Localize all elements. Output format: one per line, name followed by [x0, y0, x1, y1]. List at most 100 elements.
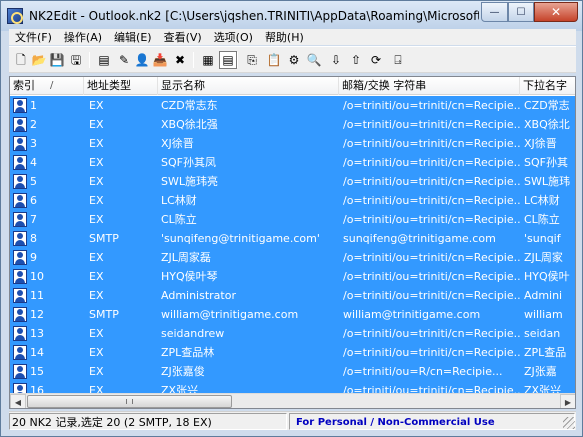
- table-row[interactable]: 3 EX XJ徐晋/o=triniti/ou=triniti/cn=Recipie.…: [10, 134, 575, 153]
- cell-address: /o=triniti/ou=triniti/cn=Recipie...: [343, 118, 521, 131]
- menu-item[interactable]: 编辑(E): [108, 29, 158, 45]
- table-row[interactable]: 11 EX Administrator/o=triniti/ou=triniti/c…: [10, 286, 575, 305]
- exit-icon[interactable]: ⍈: [389, 51, 407, 69]
- cell-type: EX: [89, 327, 104, 340]
- contact-icon: [13, 250, 27, 265]
- cell-index: 5: [30, 175, 37, 188]
- cell-type: EX: [89, 156, 104, 169]
- cell-name: HYQ侯叶琴: [161, 270, 218, 283]
- table-row[interactable]: 13 EX seidandrew/o=triniti/ou=triniti/cn=R…: [10, 324, 575, 343]
- sort-indicator-icon: /: [50, 80, 54, 91]
- properties-icon[interactable]: ▤: [95, 51, 113, 69]
- view-details-icon[interactable]: ▤: [219, 51, 237, 69]
- paste-icon[interactable]: 📋: [265, 51, 283, 69]
- cell-index: 14: [30, 346, 44, 359]
- save-icon[interactable]: 💾: [48, 51, 66, 69]
- edit-icon[interactable]: ✎: [115, 51, 133, 69]
- import-icon[interactable]: 📥: [151, 51, 169, 69]
- move-down-icon[interactable]: ⇩: [327, 51, 345, 69]
- save-as-icon[interactable]: 🖫: [67, 51, 85, 69]
- status-license: For Personal / Non-Commercial Use: [289, 413, 575, 430]
- menu-item[interactable]: 帮助(H): [259, 29, 310, 45]
- contact-icon: [13, 212, 27, 227]
- table-row[interactable]: 8 SMTP 'sunqifeng@trinitigame.com' sunqifen…: [10, 229, 575, 248]
- find-icon[interactable]: 🔍: [305, 51, 323, 69]
- options-icon[interactable]: ⚙: [285, 51, 303, 69]
- add-contact-icon[interactable]: 👤: [133, 51, 151, 69]
- scroll-thumb[interactable]: [27, 395, 232, 408]
- move-up-icon[interactable]: ⇧: [347, 51, 365, 69]
- cell-index: 15: [30, 365, 44, 378]
- table-row[interactable]: 7 EX CL陈立/o=triniti/ou=triniti/cn=Recipie.…: [10, 210, 575, 229]
- cell-name: XJ徐晋: [161, 137, 194, 150]
- cell-address: /o=triniti/ou=triniti/cn=Recipie...: [343, 251, 521, 264]
- contacts-list-view[interactable]: 索引 地址类型 显示名称 邮箱/交换 字符串 下拉名字 / 1 EX CZD常志东/o=tri…: [9, 76, 576, 409]
- menu-item[interactable]: 选项(O): [208, 29, 259, 45]
- cell-dropdown: CZD常志: [524, 99, 570, 112]
- cell-address: sunqifeng@trinitigame.com: [343, 232, 496, 245]
- table-row[interactable]: 1 EX CZD常志东/o=triniti/ou=triniti/cn=Recipi…: [10, 96, 575, 115]
- table-row[interactable]: 5 EX SWL施玮亮/o=triniti/ou=triniti/cn=Recipi…: [10, 172, 575, 191]
- copy-icon[interactable]: ⎘: [243, 51, 261, 69]
- cell-index: 2: [30, 118, 37, 131]
- column-header[interactable]: 索引: [10, 77, 84, 95]
- table-row[interactable]: 9 EX ZJL周家磊/o=triniti/ou=triniti/cn=Recipi…: [10, 248, 575, 267]
- cell-index: 7: [30, 213, 37, 226]
- resize-grip-icon[interactable]: [563, 417, 575, 429]
- scroll-right-icon[interactable]: ▶: [560, 394, 575, 408]
- cell-type: EX: [89, 270, 104, 283]
- table-row[interactable]: 15 EX ZJ张嘉俊/o=triniti/ou=R/cn=Recipie... ZJ…: [10, 362, 575, 381]
- column-header[interactable]: 邮箱/交换 字符串: [339, 77, 520, 95]
- cell-index: 11: [30, 289, 44, 302]
- contact-icon: [13, 98, 27, 113]
- cell-address: william@trinitigame.com: [343, 308, 481, 321]
- cell-address: /o=triniti/ou=triniti/cn=Recipie...: [343, 137, 521, 150]
- status-summary: 20 NK2 记录,选定 20 (2 SMTP, 18 EX): [9, 413, 287, 430]
- contact-icon: [13, 136, 27, 151]
- cell-name: LC林财: [161, 194, 197, 207]
- menu-item[interactable]: 查看(V): [158, 29, 208, 45]
- app-icon[interactable]: [7, 8, 23, 24]
- title-bar[interactable]: NK2Edit - Outlook.nk2 [C:\Users\jqshen.T…: [1, 1, 582, 31]
- cell-name: ZPL查品林: [161, 346, 215, 359]
- column-header[interactable]: 地址类型: [84, 77, 158, 95]
- column-header[interactable]: 显示名称: [158, 77, 339, 95]
- new-file-icon[interactable]: 🗋: [12, 51, 30, 69]
- cell-type: EX: [89, 289, 104, 302]
- horizontal-scrollbar[interactable]: ◀ ▶: [10, 393, 575, 408]
- open-folder-icon[interactable]: 📂: [30, 51, 48, 69]
- maximize-button[interactable]: ☐: [508, 2, 534, 22]
- cell-address: /o=triniti/ou=R/cn=Recipie...: [343, 365, 503, 378]
- column-header[interactable]: 下拉名字: [520, 77, 575, 95]
- refresh-icon[interactable]: ⟳: [367, 51, 385, 69]
- caption-buttons: — ☐ ✕: [481, 2, 578, 22]
- cell-type: EX: [89, 137, 104, 150]
- cell-index: 12: [30, 308, 44, 321]
- menu-item[interactable]: 文件(F): [9, 29, 58, 45]
- table-row[interactable]: 14 EX ZPL查品林/o=triniti/ou=triniti/cn=Recip…: [10, 343, 575, 362]
- view-list-icon[interactable]: ▦: [199, 51, 217, 69]
- cell-index: 3: [30, 137, 37, 150]
- table-row[interactable]: 6 EX LC林财/o=triniti/ou=triniti/cn=Recipie.…: [10, 191, 575, 210]
- scroll-left-icon[interactable]: ◀: [10, 394, 26, 408]
- close-button[interactable]: ✕: [534, 2, 578, 22]
- table-row[interactable]: 10 EX HYQ侯叶琴/o=triniti/ou=triniti/cn=Recip…: [10, 267, 575, 286]
- minimize-button[interactable]: —: [481, 2, 508, 22]
- cell-type: SMTP: [89, 308, 119, 321]
- cell-dropdown: ZJL周家: [524, 251, 563, 264]
- cell-type: EX: [89, 251, 104, 264]
- cell-type: EX: [89, 194, 104, 207]
- cell-dropdown: william: [524, 308, 563, 321]
- cell-index: 1: [30, 99, 37, 112]
- cell-address: /o=triniti/ou=triniti/cn=Recipie...: [343, 289, 521, 302]
- toolbar-separator: [193, 52, 194, 68]
- cell-dropdown: ZPL查品: [524, 346, 567, 359]
- delete-icon[interactable]: ✖: [171, 51, 189, 69]
- table-row[interactable]: 2 EX XBQ徐北强/o=triniti/ou=triniti/cn=Recipi…: [10, 115, 575, 134]
- menu-item[interactable]: 操作(A): [58, 29, 108, 45]
- contact-icon: [13, 345, 27, 360]
- table-row[interactable]: 4 EX SQF孙其凤/o=triniti/ou=triniti/cn=Recipi…: [10, 153, 575, 172]
- cell-dropdown: SWL施玮: [524, 175, 570, 188]
- contact-icon: [13, 231, 27, 246]
- table-row[interactable]: 12 SMTP william@trinitigame.com william@tri…: [10, 305, 575, 324]
